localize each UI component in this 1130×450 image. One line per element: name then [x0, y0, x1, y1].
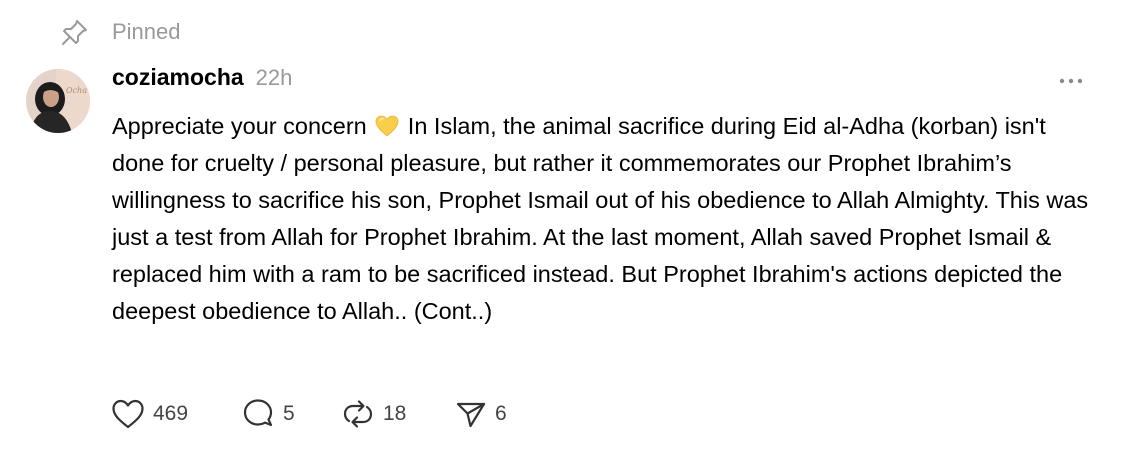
post-text-start: Appreciate your concern — [112, 113, 367, 139]
more-options-button[interactable] — [1054, 70, 1088, 92]
author-username[interactable]: coziamocha — [112, 64, 244, 91]
repost-icon — [343, 400, 373, 428]
repost-button[interactable]: 18 — [341, 398, 455, 430]
repost-count: 18 — [383, 402, 407, 425]
avatar[interactable]: Ocha — [26, 69, 90, 133]
pin-icon — [60, 17, 90, 47]
post-timestamp[interactable]: 22h — [256, 65, 293, 91]
thread-post: Pinned Ocha coziamocha 22h Appreciate yo… — [0, 0, 1130, 450]
post-text: Appreciate your concern In Islam, the an… — [112, 108, 1102, 330]
heart-icon — [112, 399, 144, 429]
pinned-label: Pinned — [112, 19, 181, 44]
post-text-rest: In Islam, the animal sacrifice during Ei… — [112, 113, 1089, 324]
ellipsis-icon — [1059, 78, 1083, 84]
avatar-logo-text: Ocha — [66, 86, 87, 95]
share-count: 6 — [495, 402, 507, 425]
reply-button[interactable]: 5 — [241, 398, 341, 430]
comment-icon — [243, 399, 273, 427]
post-actions: 469 5 18 6 — [111, 394, 515, 434]
pinned-indicator: Pinned — [60, 16, 181, 48]
send-icon — [456, 402, 486, 428]
share-button[interactable]: 6 — [455, 399, 515, 429]
reply-count: 5 — [283, 402, 295, 425]
like-button[interactable]: 469 — [111, 398, 241, 430]
like-count: 469 — [153, 402, 189, 425]
post-header: coziamocha 22h — [112, 64, 292, 98]
yellow-heart-icon — [375, 111, 399, 137]
